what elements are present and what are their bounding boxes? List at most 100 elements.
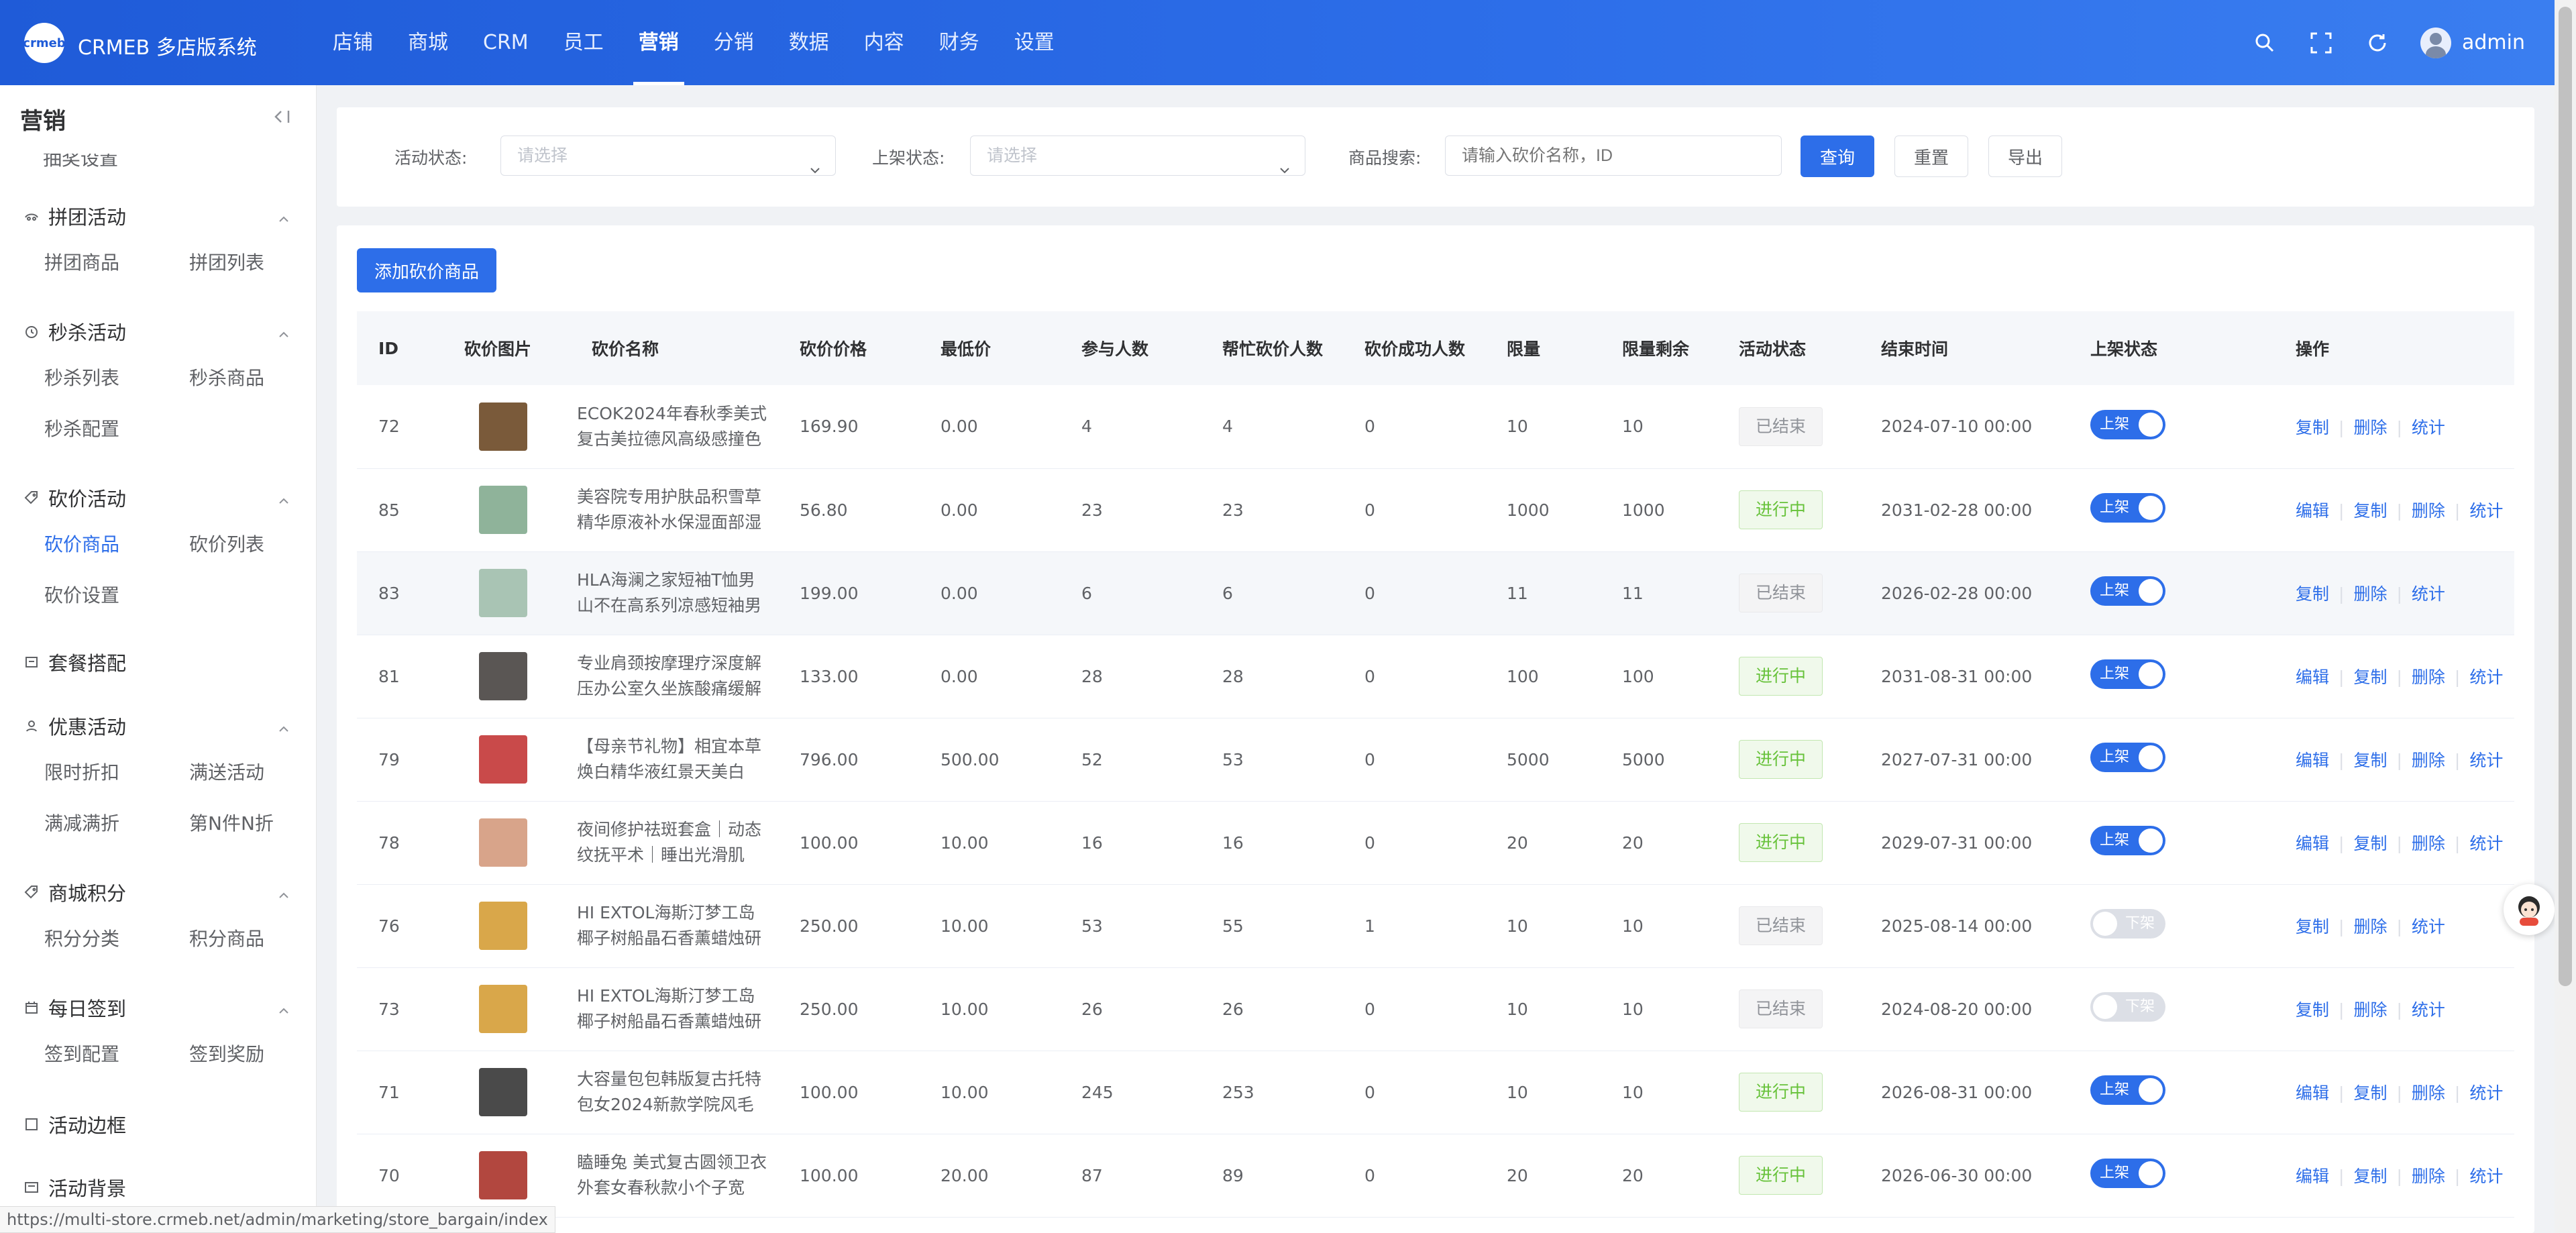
sidebar-item[interactable]: 砍价商品 [44,519,189,570]
nav-item-2[interactable]: CRM [466,0,546,85]
sidebar-item[interactable]: 签到配置 [44,1029,189,1080]
sidebar-item[interactable]: 满减满折 [44,798,189,849]
sidebar-group-title[interactable]: 活动边框 [0,1103,316,1146]
sidebar-item[interactable]: 第N件N折 [189,798,316,849]
shelf-toggle[interactable]: 上架 [2090,1075,2165,1105]
shelf-toggle[interactable]: 上架 [2090,826,2165,855]
query-button[interactable]: 查询 [1801,136,1874,177]
scrollbar-thumb[interactable] [2559,7,2572,986]
sidebar-item[interactable]: 积分分类 [44,914,189,965]
row-action-link[interactable]: 删除 [2412,1167,2445,1186]
sidebar-item[interactable]: 秒杀列表 [44,353,189,404]
nav-item-9[interactable]: 设置 [997,0,1072,85]
user-menu[interactable]: admin [2420,27,2525,58]
shelf-toggle[interactable]: 上架 [2090,576,2165,606]
product-thumbnail[interactable] [479,1068,527,1116]
row-action-link[interactable]: 编辑 [2296,667,2329,687]
row-action-link[interactable]: 统计 [2469,1083,2503,1103]
sidebar-item[interactable]: 拼团列表 [189,237,316,288]
shelf-toggle[interactable]: 上架 [2090,659,2165,689]
product-thumbnail[interactable] [479,818,527,867]
support-avatar-icon[interactable] [2504,884,2555,935]
search-icon[interactable] [2251,30,2278,56]
sidebar-group-title[interactable]: 优惠活动 [0,704,316,747]
row-action-link[interactable]: 删除 [2353,584,2387,604]
sidebar-group-title[interactable]: 秒杀活动 [0,310,316,353]
shelf-toggle[interactable]: 上架 [2090,1159,2165,1188]
shelf-toggle[interactable]: 上架 [2090,743,2165,772]
sidebar-item-partial[interactable]: 抽奖设置 [43,154,118,171]
row-action-link[interactable]: 删除 [2412,667,2445,687]
row-action-link[interactable]: 复制 [2296,1000,2329,1020]
nav-item-0[interactable]: 店铺 [315,0,390,85]
row-action-link[interactable]: 统计 [2469,667,2503,687]
reset-button[interactable]: 重置 [1894,136,1968,177]
row-action-link[interactable]: 删除 [2412,751,2445,770]
row-action-link[interactable]: 编辑 [2296,1083,2329,1103]
row-action-link[interactable]: 复制 [2353,751,2387,770]
row-action-link[interactable]: 统计 [2469,501,2503,521]
row-action-link[interactable]: 统计 [2469,751,2503,770]
shelf-toggle[interactable]: 上架 [2090,493,2165,523]
row-action-link[interactable]: 复制 [2296,917,2329,936]
row-action-link[interactable]: 编辑 [2296,501,2329,521]
sidebar-group-title[interactable]: 砍价活动 [0,476,316,519]
sidebar-item[interactable]: 秒杀配置 [44,404,189,455]
row-action-link[interactable]: 复制 [2296,418,2329,437]
page-scrollbar[interactable] [2555,0,2576,1233]
refresh-icon[interactable] [2364,30,2391,56]
product-thumbnail[interactable] [479,985,527,1033]
row-action-link[interactable]: 复制 [2353,1167,2387,1186]
product-thumbnail[interactable] [479,1151,527,1199]
sidebar-item[interactable]: 拼团商品 [44,237,189,288]
sidebar-group-title[interactable]: 商城积分 [0,871,316,914]
row-action-link[interactable]: 复制 [2353,1083,2387,1103]
nav-item-7[interactable]: 内容 [847,0,922,85]
row-action-link[interactable]: 复制 [2296,584,2329,604]
product-thumbnail[interactable] [479,735,527,784]
sidebar-item[interactable]: 砍价列表 [189,519,316,570]
shelf-toggle[interactable]: 下架 [2090,992,2165,1022]
row-action-link[interactable]: 删除 [2353,1000,2387,1020]
export-button[interactable]: 导出 [1988,136,2062,177]
product-thumbnail[interactable] [479,902,527,950]
sidebar-group-title[interactable]: 每日签到 [0,986,316,1029]
row-action-link[interactable]: 编辑 [2296,1167,2329,1186]
nav-item-3[interactable]: 员工 [546,0,621,85]
sidebar-group-title[interactable]: 套餐搭配 [0,641,316,684]
row-action-link[interactable]: 复制 [2353,834,2387,853]
product-thumbnail[interactable] [479,402,527,451]
shelf-toggle[interactable]: 下架 [2090,909,2165,939]
sidebar-group-title[interactable]: 拼团活动 [0,195,316,237]
nav-item-5[interactable]: 分销 [696,0,771,85]
status-select[interactable]: 请选择 [500,136,836,176]
fullscreen-icon[interactable] [2308,30,2334,56]
row-action-link[interactable]: 统计 [2469,834,2503,853]
product-thumbnail[interactable] [479,486,527,534]
row-action-link[interactable]: 删除 [2353,917,2387,936]
row-action-link[interactable]: 统计 [2412,1000,2445,1020]
row-action-link[interactable]: 删除 [2412,834,2445,853]
collapse-sidebar-icon[interactable] [272,108,292,125]
sidebar-group-title[interactable]: 活动背景 [0,1166,316,1209]
nav-item-6[interactable]: 数据 [771,0,847,85]
sidebar-item[interactable]: 满送活动 [189,747,316,798]
row-action-link[interactable]: 统计 [2412,584,2445,604]
nav-item-8[interactable]: 财务 [922,0,997,85]
row-action-link[interactable]: 统计 [2412,917,2445,936]
row-action-link[interactable]: 复制 [2353,501,2387,521]
row-action-link[interactable]: 删除 [2353,418,2387,437]
app-logo[interactable]: crmeb [23,23,66,63]
row-action-link[interactable]: 复制 [2353,667,2387,687]
sidebar-item[interactable]: 积分商品 [189,914,316,965]
nav-item-1[interactable]: 商城 [390,0,466,85]
sidebar-item[interactable]: 砍价设置 [44,570,189,621]
row-action-link[interactable]: 编辑 [2296,834,2329,853]
sidebar-item[interactable]: 签到奖励 [189,1029,316,1080]
shelf-select[interactable]: 请选择 [970,136,1305,176]
row-action-link[interactable]: 统计 [2412,418,2445,437]
nav-item-4[interactable]: 营销 [621,0,696,85]
search-input[interactable] [1445,136,1782,176]
row-action-link[interactable]: 统计 [2469,1167,2503,1186]
row-action-link[interactable]: 删除 [2412,501,2445,521]
